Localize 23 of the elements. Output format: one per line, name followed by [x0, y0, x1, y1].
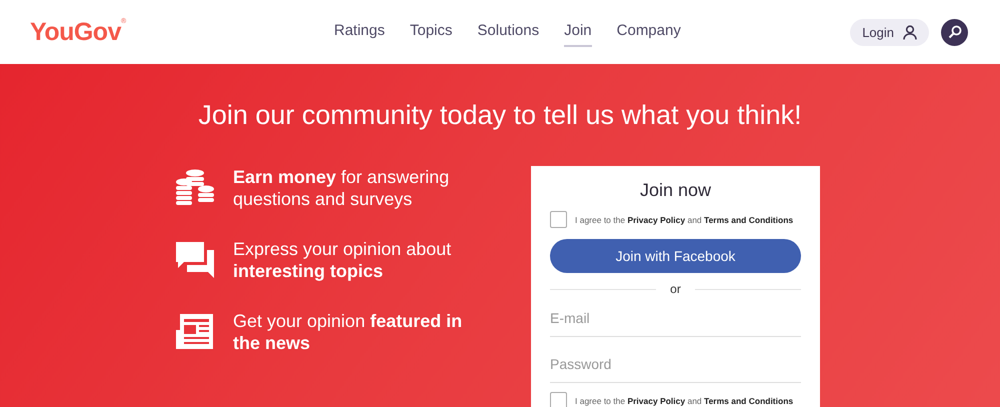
form-title: Join now	[638, 180, 712, 201]
feature-text: Express your opinion about interesting topics	[233, 238, 452, 282]
checkbox[interactable]	[550, 211, 567, 228]
feature-text: Earn money for answering questions and surveys	[233, 166, 450, 210]
divider-text: or	[670, 282, 681, 296]
hero-title: Join our community today to tell us what you think!	[197, 99, 803, 130]
login-button[interactable]: Login	[850, 18, 929, 46]
nav-link[interactable]: Join	[564, 18, 592, 46]
nav-link[interactable]: Ratings	[334, 18, 385, 46]
search-button[interactable]	[941, 18, 968, 46]
facebook-button[interactable]: Join with Facebook	[550, 239, 801, 273]
coins-icon	[175, 168, 215, 208]
feature-text: Get your opinion featured in the news	[233, 310, 464, 354]
consent-text: I agree to the Privacy Policy and Terms and Conditions	[575, 214, 794, 224]
nav-link[interactable]: Topics	[410, 18, 452, 46]
chat-icon	[175, 240, 215, 280]
nav-link[interactable]: Solutions	[477, 18, 540, 46]
nav-link[interactable]: Company	[616, 18, 681, 46]
consent-text: I agree to the Privacy Policy and Terms and Conditions	[575, 396, 794, 406]
checkbox[interactable]	[550, 392, 567, 407]
user-icon	[903, 24, 917, 40]
search-icon	[948, 25, 962, 39]
newspaper-icon	[175, 312, 215, 352]
